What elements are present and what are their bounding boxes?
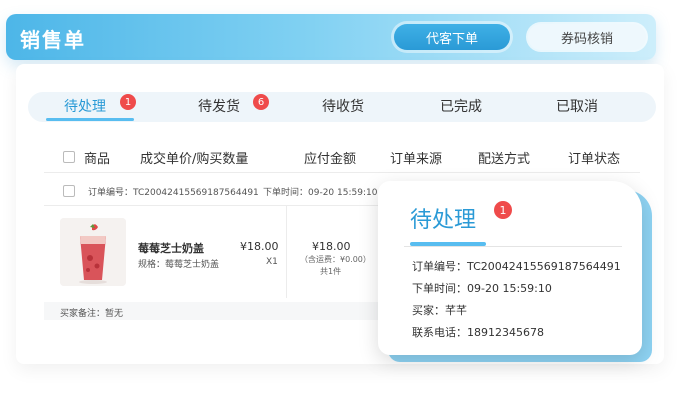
order-time: 下单时间：09-20 15:59:10 <box>263 188 378 198</box>
tab-completed[interactable]: 已完成 <box>440 96 482 116</box>
proxy-order-button[interactable]: 代客下单 <box>394 24 510 50</box>
buyer-remark: 买家备注：暂无 <box>60 309 124 319</box>
column-header-amount-due: 应付金额 <box>304 152 357 167</box>
sales-order-app: 销售单 代客下单 券码核销 待处理 1 待发货 6 待收货 已完成 已取消 商品… <box>0 0 680 393</box>
tab-to-receive[interactable]: 待收货 <box>322 96 364 116</box>
popup-order-number: 订单编号：TC20042415569187564491 <box>412 260 621 273</box>
select-all-checkbox[interactable] <box>63 151 75 163</box>
order-checkbox[interactable] <box>63 185 75 197</box>
popup-phone: 联系电话：18912345678 <box>412 326 544 339</box>
coupon-verify-button[interactable]: 券码核销 <box>528 24 646 50</box>
order-number: 订单编号：TC20042415569187564491 <box>88 188 259 198</box>
tab-pending[interactable]: 待处理 <box>64 96 106 116</box>
column-header-order-status: 订单状态 <box>568 152 621 167</box>
tab-pending-badge: 1 <box>120 94 136 110</box>
header-bar: 销售单 代客下单 券码核销 <box>6 14 656 60</box>
column-header-order-source: 订单来源 <box>390 152 443 167</box>
tab-to-ship-badge: 6 <box>253 94 269 110</box>
amount-due: ¥18.00 <box>312 240 351 253</box>
divider <box>44 172 640 173</box>
product-name: 莓莓芝士奶盖 <box>138 242 204 255</box>
product-unit-price: ¥18.00 <box>240 240 279 253</box>
product-quantity: X1 <box>266 257 278 267</box>
column-header-unit-price-qty: 成交单价/购买数量 <box>140 152 249 167</box>
popup-buyer: 买家：芊芊 <box>412 304 467 317</box>
page-title: 销售单 <box>20 28 86 52</box>
popup-order-time: 下单时间：09-20 15:59:10 <box>412 282 552 295</box>
column-header-product: 商品 <box>84 152 111 167</box>
shipping-fee-note: （含运费：¥0.00） <box>300 255 371 264</box>
product-spec: 规格：莓莓芝士奶盖 <box>138 260 220 270</box>
column-divider <box>286 206 287 298</box>
tab-to-ship[interactable]: 待发货 <box>198 96 240 116</box>
active-tab-indicator <box>46 118 134 121</box>
popup-divider <box>404 246 622 247</box>
popup-title: 待处理 <box>410 208 477 233</box>
popup-badge: 1 <box>494 201 512 219</box>
item-count: 共1件 <box>320 267 342 276</box>
column-header-delivery-method: 配送方式 <box>478 152 531 167</box>
product-image <box>60 218 126 286</box>
tab-cancelled[interactable]: 已取消 <box>556 96 598 116</box>
